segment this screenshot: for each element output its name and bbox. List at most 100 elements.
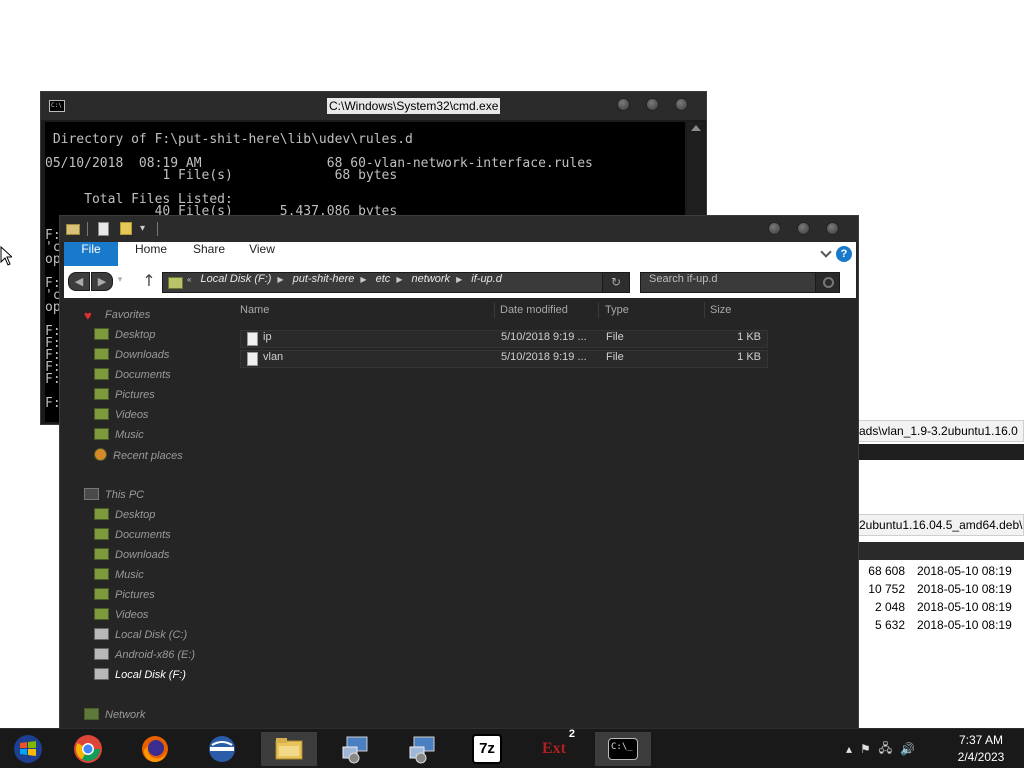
file-list[interactable]: Name Date modified Type Size ip 5/10/201… — [238, 302, 858, 730]
cmd-titlebar[interactable]: C:\ C:\Windows\System32\cmd.exe — [41, 92, 706, 120]
column-header-date-modified[interactable]: Date modified — [500, 302, 600, 318]
column-header-name[interactable]: Name — [240, 302, 495, 318]
clock[interactable]: 7:37 AM 2/4/2023 — [946, 732, 1016, 766]
search-input[interactable]: Search if-up.d — [649, 273, 717, 285]
file-type: File — [606, 331, 624, 343]
sidebar-item-pc-videos[interactable]: Videos — [94, 608, 148, 626]
taskbar-remote-desktop[interactable] — [328, 732, 384, 766]
breadcrumb-network[interactable]: network — [412, 273, 451, 285]
videos-icon — [94, 608, 109, 620]
cmd-app-icon[interactable]: C:\ — [49, 100, 65, 112]
tab-share[interactable]: Share — [184, 242, 234, 266]
clock-time: 7:37 AM — [958, 733, 1004, 747]
address-bar[interactable]: « Local Disk (F:) ▶ put-shit-here ▶ etc ▶ n… — [162, 272, 630, 293]
taskbar-firefox[interactable] — [127, 732, 183, 766]
sidebar-item-local-disk-f[interactable]: Local Disk (F:) — [90, 668, 210, 686]
tab-home[interactable]: Home — [126, 242, 176, 266]
breadcrumb-put-shit-here[interactable]: put-shit-here — [293, 273, 355, 285]
column-divider[interactable] — [704, 302, 705, 318]
taskbar-file-explorer[interactable] — [261, 732, 317, 766]
sidebar-item-pictures[interactable]: Pictures — [94, 388, 155, 406]
sidebar-item-documents[interactable]: Documents — [94, 368, 171, 386]
maximize-button[interactable] — [646, 98, 659, 111]
expand-ribbon-icon[interactable] — [820, 246, 832, 258]
taskbar-remote-desktop-2[interactable] — [395, 732, 451, 766]
forward-button[interactable]: ▶ — [91, 272, 113, 291]
start-button[interactable] — [0, 732, 56, 766]
breadcrumb-chevron-icon[interactable]: ▶ — [277, 275, 283, 284]
up-button[interactable]: ↑ — [140, 271, 158, 291]
table-row[interactable]: 2 048 2018-05-10 08:19 — [858, 600, 1024, 618]
search-icon[interactable] — [815, 273, 839, 292]
drive-icon — [94, 628, 109, 640]
sidebar-item-favorites[interactable]: ♥ Favorites — [84, 308, 150, 326]
flag-icon[interactable]: ⚑ — [860, 742, 871, 756]
breadcrumb-chevron-icon[interactable]: ▶ — [396, 275, 402, 284]
table-row[interactable]: 68 608 2018-05-10 08:19 — [858, 564, 1024, 582]
taskbar-7zip[interactable]: 7z — [459, 732, 515, 766]
help-button[interactable]: ? — [836, 246, 852, 262]
mouse-cursor-icon — [0, 246, 12, 266]
explorer-window-buttons — [768, 222, 839, 235]
sidebar-item-pc-desktop[interactable]: Desktop — [94, 508, 155, 526]
recent-locations-icon[interactable]: ▾ — [114, 272, 126, 291]
explorer-window[interactable]: ▾ File Home Share View ? ◀ ▶ ▾ ↑ « Local… — [59, 215, 859, 730]
close-button[interactable] — [675, 98, 688, 111]
back-button[interactable]: ◀ — [68, 272, 90, 291]
explorer-titlebar[interactable]: ▾ — [60, 216, 858, 242]
breadcrumb-overflow[interactable]: « — [187, 275, 191, 284]
cmd-window-buttons — [617, 98, 688, 111]
archive-rows: 68 608 2018-05-10 08:19 10 752 2018-05-10 … — [858, 564, 1024, 636]
maximize-button[interactable] — [797, 222, 810, 235]
tab-file[interactable]: File — [64, 242, 118, 266]
close-button[interactable] — [826, 222, 839, 235]
sidebar-item-recent-places[interactable]: Recent places — [94, 448, 183, 466]
table-row[interactable]: 5 632 2018-05-10 08:19 — [858, 618, 1024, 636]
new-folder-icon[interactable] — [120, 222, 132, 235]
table-row[interactable]: vlan 5/10/2018 9:19 ... File 1 KB — [240, 350, 768, 368]
column-header-size[interactable]: Size — [710, 302, 770, 318]
minimize-button[interactable] — [768, 222, 781, 235]
navigation-pane: ♥ Favorites Desktop Downloads Documents P… — [60, 302, 232, 730]
taskbar-ext2[interactable]: Ext 2 — [526, 728, 582, 766]
table-row[interactable]: ip 5/10/2018 9:19 ... File 1 KB — [240, 330, 768, 348]
sidebar-item-this-pc[interactable]: This PC — [84, 488, 144, 506]
sidebar-item-music[interactable]: Music — [94, 428, 144, 446]
breadcrumb-etc[interactable]: etc — [376, 273, 391, 285]
ext-badge: 2 — [568, 728, 575, 740]
cmd-icon: C:\_ — [608, 738, 638, 760]
column-divider[interactable] — [598, 302, 599, 318]
column-divider[interactable] — [494, 302, 495, 318]
sidebar-item-android-x86-e[interactable]: Android-x86 (E:) — [94, 648, 195, 666]
volume-icon[interactable]: 🔊 — [900, 742, 915, 756]
background-archive-window[interactable]: ads\vlan_1.9-3.2ubuntu1.16.0 2ubuntu1.16… — [858, 418, 1024, 640]
sidebar-item-local-disk-c[interactable]: Local Disk (C:) — [94, 628, 187, 646]
show-hidden-icons-button[interactable]: ▴ — [846, 742, 852, 756]
minimize-button[interactable] — [617, 98, 630, 111]
table-row[interactable]: 10 752 2018-05-10 08:19 — [858, 582, 1024, 600]
column-header-type[interactable]: Type — [605, 302, 705, 318]
breadcrumb-chevron-icon[interactable]: ▶ — [360, 275, 366, 284]
sidebar-item-desktop[interactable]: Desktop — [94, 328, 155, 346]
sidebar-item-videos[interactable]: Videos — [94, 408, 148, 426]
breadcrumb-if-up-d[interactable]: if-up.d — [471, 273, 502, 285]
drive-icon — [94, 668, 109, 680]
sidebar-item-pc-pictures[interactable]: Pictures — [94, 588, 155, 606]
taskbar-opera[interactable] — [194, 732, 250, 766]
sidebar-item-pc-documents[interactable]: Documents — [94, 528, 171, 546]
taskbar-chrome[interactable] — [60, 732, 116, 766]
refresh-button[interactable]: ↻ — [602, 272, 630, 293]
breadcrumb-chevron-icon[interactable]: ▶ — [456, 275, 462, 284]
breadcrumb-local-disk-f[interactable]: Local Disk (F:) — [201, 273, 272, 285]
chevron-down-icon[interactable]: ▾ — [140, 223, 145, 237]
sidebar-item-network[interactable]: Network — [84, 708, 145, 726]
network-icon[interactable]: 🖧 — [879, 739, 892, 760]
taskbar-cmd[interactable]: C:\_ — [595, 732, 651, 766]
scroll-up-icon[interactable] — [691, 125, 701, 131]
sidebar-item-pc-music[interactable]: Music — [94, 568, 144, 586]
properties-icon[interactable] — [98, 222, 109, 236]
tab-view[interactable]: View — [242, 242, 282, 266]
sidebar-item-downloads[interactable]: Downloads — [94, 348, 169, 366]
search-box[interactable]: Search if-up.d — [640, 272, 840, 293]
sidebar-item-pc-downloads[interactable]: Downloads — [94, 548, 169, 566]
